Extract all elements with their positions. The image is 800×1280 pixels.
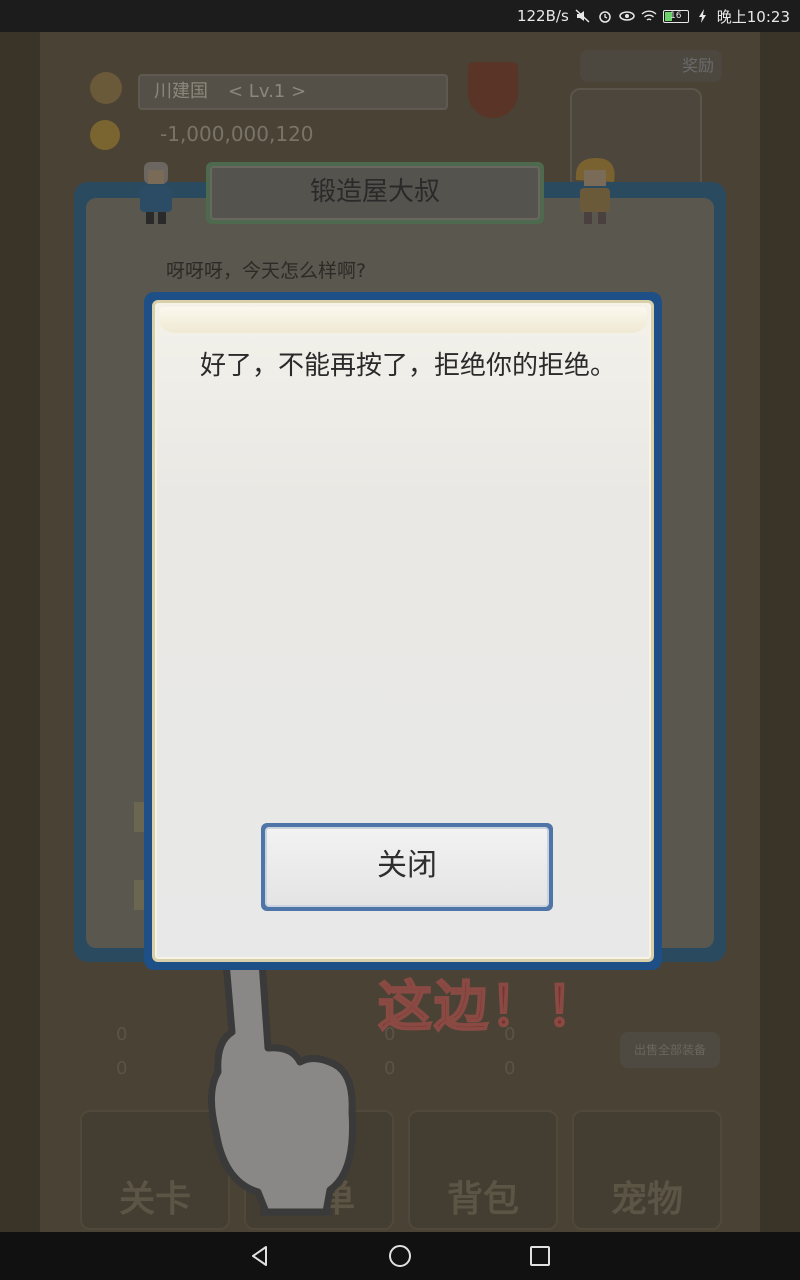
stat-value: 0 xyxy=(116,1024,128,1045)
eye-icon xyxy=(619,11,635,21)
wifi-icon xyxy=(641,10,657,21)
alarm-icon xyxy=(599,11,611,23)
hero-sprite-icon xyxy=(575,158,615,224)
npc-name: 锻造屋大叔 xyxy=(210,166,540,220)
hint-text: 这边！！ xyxy=(377,974,602,1039)
status-bar: 122B/s 16 晚上10:23 xyxy=(0,0,800,32)
gold-coin-icon xyxy=(90,120,120,150)
npc-name-plate: 锻造屋大叔 xyxy=(206,162,544,224)
sell-all-button[interactable]: 出售全部装备 xyxy=(620,1032,720,1068)
stat-value: 0 xyxy=(504,1024,516,1045)
stat-value: 0 xyxy=(116,1058,128,1079)
back-button[interactable] xyxy=(240,1236,280,1276)
home-circle-icon xyxy=(389,1245,411,1267)
recents-button[interactable] xyxy=(520,1236,560,1276)
close-button[interactable]: 关闭 xyxy=(261,823,553,911)
stat-value: 0 xyxy=(384,1058,396,1079)
tab-pet-label: 宠物 xyxy=(610,1179,683,1220)
country-name: 川建国 xyxy=(154,81,208,102)
network-speed: 122B/s xyxy=(516,7,569,25)
dialog-header-gloss xyxy=(159,307,647,333)
alert-dialog: 好了，不能再按了，拒绝你的拒绝。 关闭 xyxy=(144,292,662,970)
gold-amount: -1,000,000,120 xyxy=(160,122,314,146)
alert-message: 好了，不能再按了，拒绝你的拒绝。 xyxy=(200,351,617,381)
country-name-field[interactable]: 川建国 < Lv.1 > xyxy=(138,74,448,110)
alert-dialog-panel: 好了，不能再按了，拒绝你的拒绝。 关闭 xyxy=(152,300,654,962)
profile-icon xyxy=(90,72,122,104)
pointing-hand-icon xyxy=(208,962,356,1216)
shield-icon[interactable] xyxy=(468,62,518,118)
system-nav-bar xyxy=(0,1232,800,1280)
battery-icon: 16 xyxy=(662,9,689,23)
tab-bag-label: 背包 xyxy=(446,1179,519,1220)
back-triangle-icon xyxy=(252,1246,267,1266)
home-button[interactable] xyxy=(380,1236,420,1276)
npc-greeting: 呀呀呀，今天怎么样啊? xyxy=(166,260,367,282)
close-button-label: 关闭 xyxy=(265,827,549,907)
blacksmith-sprite-icon xyxy=(140,162,172,224)
tab-bag[interactable]: 背包 xyxy=(408,1110,558,1230)
level-label: < Lv.1 > xyxy=(228,81,307,102)
charging-icon xyxy=(698,9,706,23)
tab-pet[interactable]: 宠物 xyxy=(572,1110,722,1230)
stat-value: 0 xyxy=(384,1024,396,1045)
side-tab-left-top[interactable] xyxy=(134,802,144,832)
reward-badge[interactable]: 奖励 xyxy=(580,50,722,82)
clock: 晚上10:23 xyxy=(716,7,790,26)
battery-level: 16 xyxy=(670,10,682,21)
side-tab-left-bottom[interactable] xyxy=(134,880,144,910)
stat-value: 0 xyxy=(504,1058,516,1079)
recents-square-icon xyxy=(530,1246,550,1266)
mute-icon xyxy=(575,9,590,23)
